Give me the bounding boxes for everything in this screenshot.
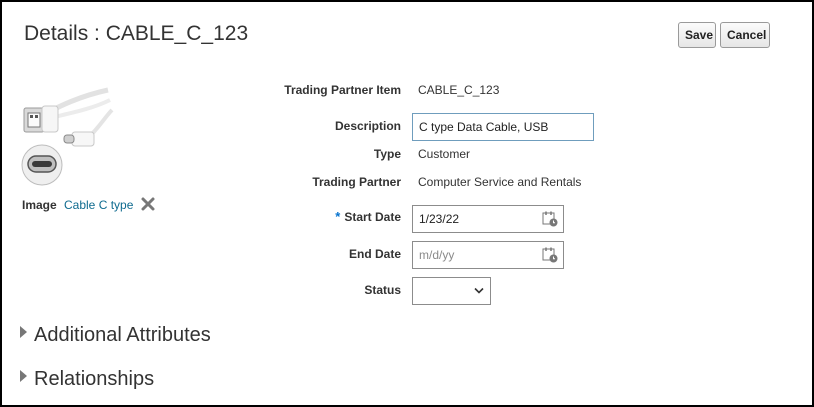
expand-triangle-icon bbox=[20, 326, 27, 338]
trading-partner-value: Computer Service and Rentals bbox=[418, 175, 582, 189]
start-date-label: * Start Date bbox=[335, 209, 401, 224]
status-label: Status bbox=[364, 283, 401, 297]
end-date-label: End Date bbox=[348, 247, 401, 261]
trading-partner-label: Trading Partner bbox=[312, 175, 401, 189]
section-label: Additional Attributes bbox=[34, 324, 211, 346]
start-date-label-text: Start Date bbox=[344, 210, 401, 224]
section-label: Relationships bbox=[34, 368, 155, 390]
section-relationships[interactable]: Relationships bbox=[20, 368, 154, 391]
trading-partner-item-label: Trading Partner Item bbox=[284, 83, 401, 97]
description-label: Description bbox=[334, 119, 401, 133]
end-date-picker bbox=[412, 241, 564, 269]
end-date-input[interactable] bbox=[413, 242, 545, 268]
save-button[interactable]: Save bbox=[678, 22, 716, 48]
details-panel: Details : CABLE_C_123 Save Cancel Image … bbox=[0, 0, 814, 407]
start-date-picker bbox=[412, 205, 564, 233]
calendar-icon[interactable] bbox=[542, 247, 558, 263]
section-additional-attributes[interactable]: Additional Attributes bbox=[20, 324, 211, 347]
chevron-down-icon bbox=[474, 287, 484, 294]
image-label: Image bbox=[22, 198, 57, 212]
cancel-button[interactable]: Cancel bbox=[720, 22, 770, 48]
type-label: Type bbox=[373, 147, 401, 161]
trading-partner-item-value: CABLE_C_123 bbox=[418, 83, 500, 97]
start-date-input[interactable] bbox=[413, 206, 545, 232]
description-field[interactable] bbox=[412, 113, 594, 141]
page-title: Details : CABLE_C_123 bbox=[24, 22, 249, 45]
image-link[interactable]: Cable C type bbox=[64, 198, 133, 212]
remove-icon[interactable] bbox=[140, 196, 156, 212]
expand-triangle-icon bbox=[20, 370, 27, 382]
required-marker: * bbox=[335, 209, 341, 224]
status-select[interactable] bbox=[412, 277, 491, 305]
type-value: Customer bbox=[418, 147, 471, 161]
usb-cable-image bbox=[20, 86, 120, 186]
calendar-icon[interactable] bbox=[542, 211, 558, 227]
